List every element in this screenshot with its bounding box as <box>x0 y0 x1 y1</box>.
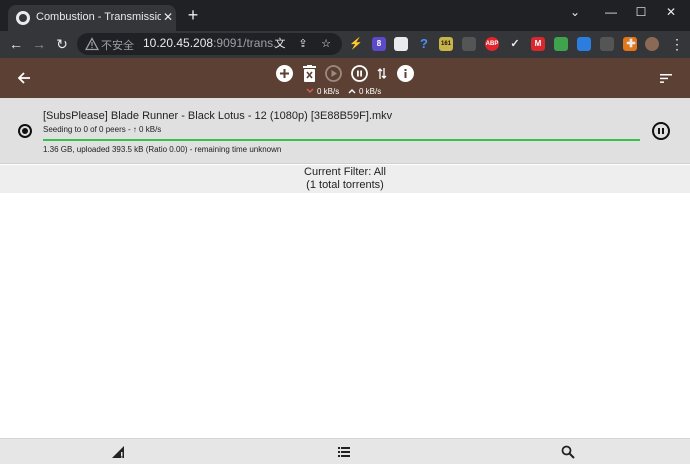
counter-extension-icon[interactable]: 161 <box>439 37 453 51</box>
tab-close-icon[interactable]: ✕ <box>161 9 175 25</box>
download-rate: 0 kB/s <box>317 87 340 96</box>
remove-torrent-icon[interactable] <box>303 65 316 82</box>
browser-menu-icon[interactable]: ⋮ <box>668 35 686 53</box>
profile-avatar[interactable] <box>645 37 659 51</box>
bottom-bar <box>0 438 690 464</box>
globe-icon[interactable] <box>577 37 591 51</box>
torrent-status: Seeding to 0 of 0 peers - ↑ 0 kB/s <box>43 125 162 134</box>
back-button[interactable]: ← <box>7 35 25 53</box>
reload-button[interactable]: ↻ <box>53 35 71 53</box>
pocket-icon[interactable] <box>600 37 614 51</box>
url-text: 10.20.45.208:9091/trans... <box>143 36 283 50</box>
search-icon[interactable] <box>561 445 575 459</box>
url-host: 10.20.45.208 <box>143 36 214 50</box>
minimize-button[interactable]: — <box>601 4 621 20</box>
puzzle-icon[interactable]: ✚ <box>624 37 638 51</box>
glasses-icon[interactable] <box>462 37 476 51</box>
close-window-button[interactable]: ✕ <box>661 4 681 20</box>
torrent-name: [SubsPlease] Blade Runner - Black Lotus … <box>43 110 393 122</box>
tab-combustion[interactable]: Combustion - Transmission W ✕ <box>8 5 176 31</box>
upload-rate: 0 kB/s <box>359 87 382 96</box>
app-header: 0 kB/s 0 kB/s <box>0 58 690 98</box>
forward-button[interactable]: → <box>30 35 48 53</box>
total-torrents-label: (1 total torrents) <box>306 179 384 191</box>
globe-favicon-icon <box>16 11 30 25</box>
current-filter-label: Current Filter: All <box>304 166 386 178</box>
browser-window: Combustion - Transmission W ✕ + ⌄ — ☐ ✕ … <box>0 0 690 464</box>
browser-toolbar: ← → ↻ 不安全 10.20.45.208:9091/trans... 文 ⇪… <box>0 31 690 58</box>
address-bar[interactable]: 不安全 10.20.45.208:9091/trans... 文 ⇪ ☆ <box>77 33 342 55</box>
tab-title: Combustion - Transmission W <box>36 11 161 23</box>
signal-filter-icon[interactable] <box>111 445 125 459</box>
torrent-row[interactable]: [SubsPlease] Blade Runner - Black Lotus … <box>0 98 690 164</box>
share-icon[interactable]: ⇪ <box>296 36 310 52</box>
cloud-icon[interactable] <box>394 37 408 51</box>
warning-icon <box>85 37 99 51</box>
adblock-icon[interactable]: ABP <box>485 37 499 51</box>
new-tab-button[interactable]: + <box>185 6 201 24</box>
add-torrent-icon[interactable] <box>276 65 293 82</box>
sort-arrows-icon[interactable] <box>377 67 387 80</box>
download-chevron-icon <box>306 88 314 93</box>
torrent-progress-bar <box>43 139 640 141</box>
start-torrent-icon[interactable] <box>325 65 342 82</box>
filter-summary: Current Filter: All (1 total torrents) <box>0 165 690 193</box>
extension-badge-icon[interactable]: 8 <box>372 37 386 51</box>
security-label: 不安全 <box>101 40 134 52</box>
help-icon[interactable]: ? <box>417 37 431 51</box>
sort-menu-icon[interactable] <box>660 74 672 83</box>
duck-icon[interactable] <box>554 37 568 51</box>
torrent-details: 1.36 GB, uploaded 393.5 kB (Ratio 0.00) … <box>43 145 282 154</box>
upload-chevron-icon <box>348 89 356 94</box>
mega-icon[interactable]: M <box>531 37 545 51</box>
lightning-icon[interactable]: ⚡ <box>349 37 363 51</box>
pause-torrent-icon[interactable] <box>351 65 368 82</box>
torrent-select-radio[interactable] <box>18 124 32 138</box>
bookmark-star-icon[interactable]: ☆ <box>319 36 333 52</box>
tab-search-chevron-icon[interactable]: ⌄ <box>565 4 585 20</box>
tab-strip: Combustion - Transmission W ✕ + ⌄ — ☐ ✕ <box>0 0 690 31</box>
translate-icon[interactable]: 文 <box>273 36 287 52</box>
torrent-progress-fill <box>43 139 640 141</box>
back-arrow-icon[interactable] <box>17 71 31 85</box>
info-icon[interactable] <box>397 65 414 82</box>
torrent-pause-icon[interactable] <box>652 122 670 140</box>
list-view-icon[interactable] <box>337 445 351 459</box>
check-icon[interactable]: ✓ <box>508 37 522 51</box>
maximize-button[interactable]: ☐ <box>631 4 651 20</box>
